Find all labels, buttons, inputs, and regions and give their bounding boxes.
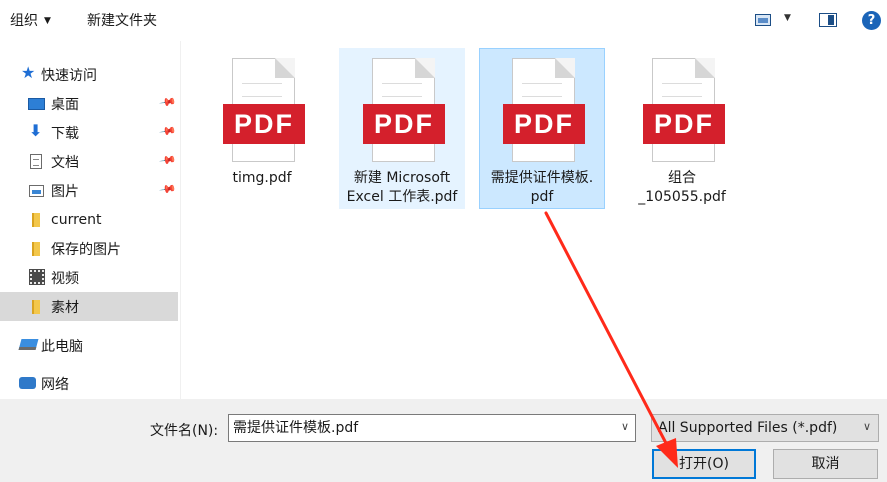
chevron-down-icon[interactable]: ∨	[621, 418, 629, 436]
file-name-label: 新建 Microsoft Excel 工作表.pdf	[346, 170, 458, 205]
pin-icon: 📌	[158, 151, 178, 170]
sidebar-item-label: current	[51, 211, 102, 228]
filename-label: 文件名(N):	[150, 423, 219, 439]
pin-icon: 📌	[158, 180, 178, 199]
document-icon	[30, 154, 42, 169]
preview-pane-icon[interactable]	[819, 13, 837, 27]
file-item-excel-pdf[interactable]: PDF 新建 Microsoft Excel 工作表.pdf	[339, 48, 465, 209]
pdf-badge: PDF	[514, 109, 574, 139]
sidebar-item-downloads[interactable]: ⬇ 下载 📌	[0, 118, 178, 147]
sidebar-item-desktop[interactable]: 桌面 📌	[0, 89, 178, 118]
filename-value: 需提供证件模板.pdf	[233, 420, 359, 436]
help-icon[interactable]: ?	[862, 11, 881, 30]
download-arrow-icon: ⬇	[29, 121, 43, 140]
file-list-area[interactable]: PDF timg.pdf PDF 新建 Microsoft Excel 工作表.p…	[182, 41, 887, 399]
sidebar-item-label: 网络	[41, 376, 69, 393]
organize-button[interactable]: 组织 ▼	[10, 10, 51, 30]
file-name-label: 需提供证件模板. pdf	[490, 170, 594, 205]
file-name-label: timg.pdf	[232, 170, 292, 186]
open-button[interactable]: 打开(O)	[652, 449, 756, 479]
sidebar-item-label: 图片	[51, 183, 79, 200]
pdf-file-icon: PDF	[223, 58, 305, 164]
sidebar-item-current[interactable]: current	[0, 205, 178, 234]
folder-icon	[32, 213, 40, 227]
new-folder-button[interactable]: 新建文件夹	[87, 10, 157, 30]
sidebar-item-label: 此电脑	[41, 338, 83, 355]
pin-icon: 📌	[158, 122, 178, 141]
filename-input[interactable]: 需提供证件模板.pdf ∨	[228, 414, 636, 442]
chevron-down-icon: ▼	[44, 16, 51, 26]
change-view-icon[interactable]	[755, 14, 771, 26]
sidebar-item-pictures[interactable]: 图片 📌	[0, 176, 178, 205]
file-type-value: All Supported Files (*.pdf)	[658, 420, 838, 436]
computer-icon	[18, 339, 39, 350]
folder-icon	[32, 300, 40, 314]
folder-icon	[32, 242, 40, 256]
sidebar-item-label: 素材	[51, 299, 79, 316]
desktop-icon	[28, 98, 45, 110]
chevron-down-icon: ∨	[862, 420, 871, 433]
pdf-file-icon: PDF	[643, 58, 725, 164]
sidebar-item-materials[interactable]: 素材	[0, 292, 178, 321]
sidebar-item-this-pc[interactable]: 此电脑	[0, 331, 178, 360]
organize-label: 组织	[10, 13, 38, 29]
sidebar-item-quick-access[interactable]: ★ 快速访问	[0, 60, 178, 89]
sidebar-item-label: 快速访问	[41, 67, 97, 84]
pin-icon: 📌	[158, 93, 178, 112]
sidebar-item-videos[interactable]: 视频	[0, 263, 178, 292]
video-icon	[29, 269, 45, 285]
pdf-badge: PDF	[234, 109, 294, 139]
dialog-footer: 文件名(N): 需提供证件模板.pdf ∨ All Supported File…	[0, 399, 887, 482]
sidebar-item-documents[interactable]: 文档 📌	[0, 147, 178, 176]
file-item-combined[interactable]: PDF 组合 _105055.pdf	[619, 48, 745, 209]
file-item-timg[interactable]: PDF timg.pdf	[199, 48, 325, 209]
sidebar-item-network[interactable]: 网络	[0, 369, 178, 398]
network-icon	[19, 377, 36, 389]
pdf-badge: PDF	[374, 109, 434, 139]
view-options-chevron-icon[interactable]: ▼	[784, 13, 791, 23]
sidebar-item-saved-pictures[interactable]: 保存的图片	[0, 234, 178, 263]
file-item-certificate-template[interactable]: PDF 需提供证件模板. pdf	[479, 48, 605, 209]
sidebar-item-label: 桌面	[51, 96, 79, 113]
star-icon: ★	[21, 63, 36, 82]
cancel-button[interactable]: 取消	[773, 449, 878, 479]
pictures-icon	[29, 185, 44, 197]
sidebar-item-label: 文档	[51, 154, 79, 171]
pdf-badge: PDF	[654, 109, 714, 139]
pdf-file-icon: PDF	[503, 58, 585, 164]
sidebar-item-label: 视频	[51, 270, 79, 287]
file-name-label: 组合 _105055.pdf	[638, 170, 726, 205]
sidebar-item-label: 保存的图片	[51, 241, 121, 258]
sidebar-item-label: 下载	[51, 125, 79, 142]
navigation-pane: ★ 快速访问 桌面 📌 ⬇ 下载 📌 文档 📌 图片 📌 current 保存的…	[0, 41, 181, 399]
file-type-select[interactable]: All Supported Files (*.pdf) ∨	[651, 414, 879, 442]
pdf-file-icon: PDF	[363, 58, 445, 164]
toolbar: 组织 ▼ 新建文件夹 ▼ ?	[0, 0, 887, 41]
